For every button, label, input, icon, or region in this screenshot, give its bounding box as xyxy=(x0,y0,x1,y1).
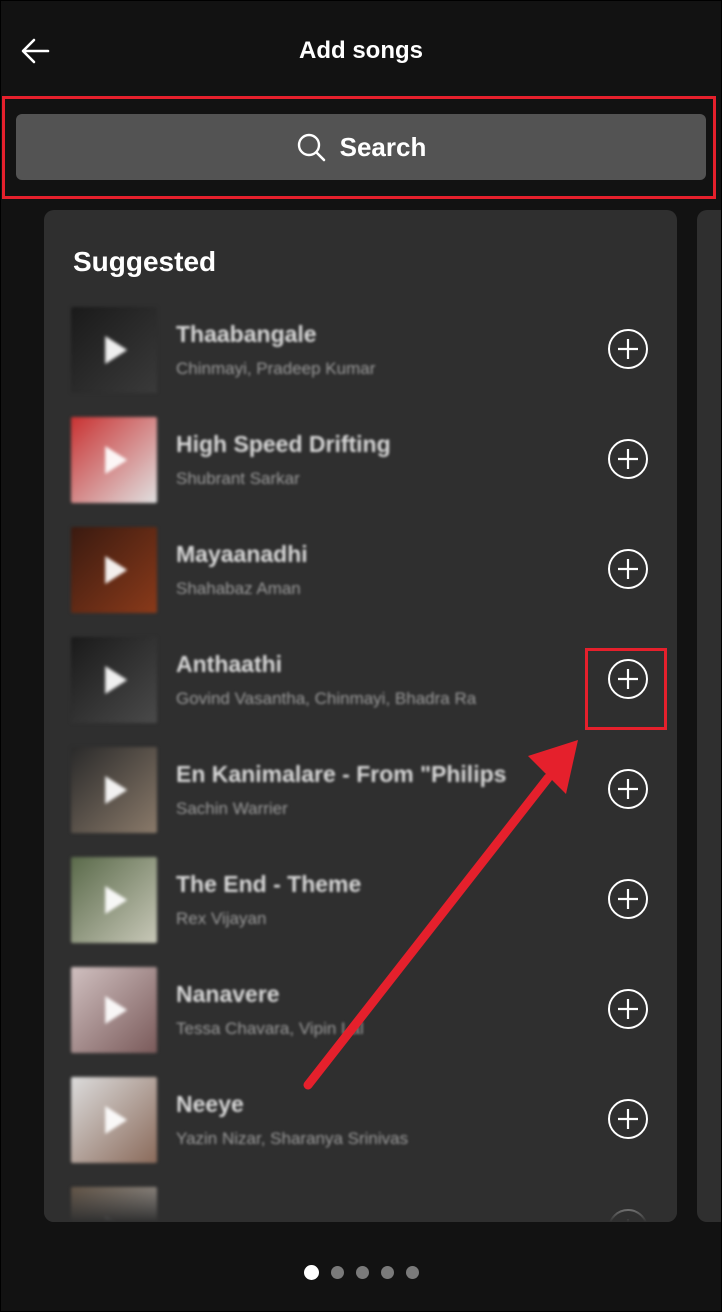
song-artist: Rex Vijayan xyxy=(176,909,267,928)
song-title: Nanavere xyxy=(176,981,280,1007)
song-title: Mayaanadhi xyxy=(176,541,308,567)
song-artist: Govind Vasantha, Chinmayi, Bhadra Ra xyxy=(176,689,477,708)
song-row[interactable]: Neeye Yazin Nizar, Sharanya Srinivas xyxy=(44,1067,677,1177)
play-icon xyxy=(105,556,128,584)
add-button-annotation-box xyxy=(585,648,667,730)
play-icon xyxy=(105,1106,128,1134)
song-row[interactable]: En Kanimalare - From "Philips Sachin Warr… xyxy=(44,737,677,847)
next-card-peek[interactable] xyxy=(697,210,722,1222)
song-artist: Shubrant Sarkar xyxy=(176,469,300,488)
top-bar: Add songs xyxy=(0,0,722,100)
album-art-thumbnail xyxy=(71,417,157,503)
page-dot[interactable] xyxy=(380,1266,394,1279)
plus-circle-icon[interactable] xyxy=(607,548,649,590)
plus-circle-icon[interactable] xyxy=(607,328,649,370)
album-art-thumbnail xyxy=(71,747,157,833)
song-artist: Tessa Chavara, Vipin Lal xyxy=(176,1019,364,1038)
song-row[interactable]: Mayaanadhi Shahabaz Aman xyxy=(44,517,677,627)
plus-circle-icon[interactable] xyxy=(607,768,649,810)
page-title: Add songs xyxy=(299,37,423,64)
page-dot[interactable] xyxy=(405,1266,419,1279)
song-title: The End - Theme xyxy=(176,871,362,897)
page-dot[interactable] xyxy=(303,1265,319,1280)
album-art-thumbnail xyxy=(71,637,157,723)
song-title: High Speed Drifting xyxy=(176,431,391,457)
song-artist: Shahabaz Aman xyxy=(176,579,301,598)
song-artist: Sachin Warrier xyxy=(176,799,288,818)
song-title: Neeye xyxy=(176,1091,244,1117)
song-title: Anthaathi xyxy=(176,651,283,677)
song-title: En Kanimalare - From "Philips xyxy=(176,761,507,787)
song-title: Thaabangale xyxy=(176,321,317,347)
plus-circle-icon[interactable] xyxy=(607,438,649,480)
song-row[interactable]: Anthaathi Govind Vasantha, Chinmayi, Bhad… xyxy=(44,627,677,737)
search-button[interactable]: Search xyxy=(16,114,706,180)
plus-circle-icon[interactable] xyxy=(607,988,649,1030)
song-artist: Yazin Nizar, Sharanya Srinivas xyxy=(176,1129,409,1148)
album-art-thumbnail xyxy=(71,307,157,393)
play-icon xyxy=(105,886,128,914)
search-icon xyxy=(297,133,325,162)
plus-circle-icon[interactable] xyxy=(607,878,649,920)
album-art-thumbnail xyxy=(71,1077,157,1163)
song-row[interactable]: High Speed Drifting Shubrant Sarkar xyxy=(44,407,677,517)
pagination-dots xyxy=(0,1265,722,1280)
page-dot[interactable] xyxy=(330,1266,344,1279)
search-label: Search xyxy=(339,131,427,162)
play-icon xyxy=(105,776,128,804)
list-fade xyxy=(44,1182,677,1222)
plus-circle-icon[interactable] xyxy=(607,1098,649,1140)
song-row[interactable]: Thaabangale Chinmayi, Pradeep Kumar xyxy=(44,297,677,407)
album-art-thumbnail xyxy=(71,527,157,613)
suggested-card: Suggested Thaabangale Chinmayi, Pradeep K… xyxy=(44,210,677,1222)
album-art-thumbnail xyxy=(71,857,157,943)
play-icon xyxy=(105,666,128,694)
play-icon xyxy=(105,446,128,474)
album-art-thumbnail xyxy=(71,967,157,1053)
play-icon xyxy=(105,996,128,1024)
section-title: Suggested xyxy=(73,246,217,277)
song-artist: Chinmayi, Pradeep Kumar xyxy=(176,359,376,378)
play-icon xyxy=(105,336,128,364)
song-row[interactable]: The End - Theme Rex Vijayan xyxy=(44,847,677,957)
page-dot[interactable] xyxy=(355,1266,369,1279)
song-row[interactable]: Nanavere Tessa Chavara, Vipin Lal xyxy=(44,957,677,1067)
